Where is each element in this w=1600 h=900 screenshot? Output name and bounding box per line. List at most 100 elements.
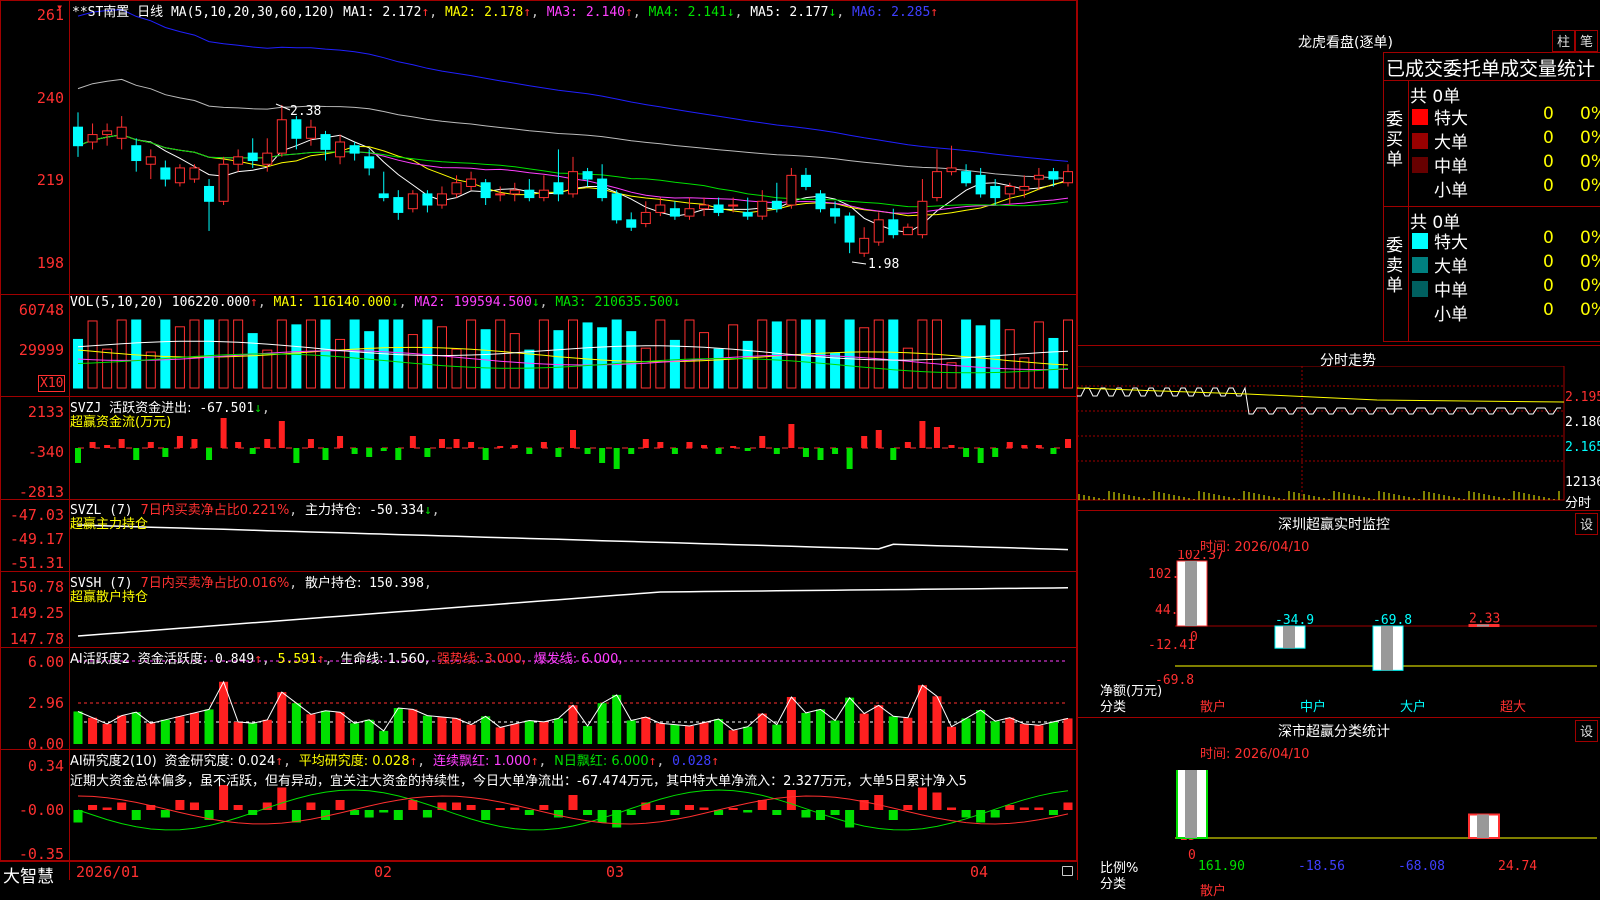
svzj-bar bbox=[293, 448, 300, 463]
order-percent: 0% bbox=[1580, 152, 1600, 172]
stat-value-1: 161.90 bbox=[1198, 859, 1245, 874]
svzj-bar bbox=[468, 442, 475, 448]
research-bar bbox=[379, 810, 389, 813]
order-count: 0 bbox=[1543, 176, 1554, 196]
research-bar bbox=[845, 810, 855, 828]
volume-bar bbox=[145, 351, 156, 389]
volume-bar bbox=[567, 319, 579, 389]
order-percent: 0% bbox=[1580, 128, 1600, 148]
volume-bar bbox=[480, 329, 491, 389]
candle-body bbox=[407, 193, 418, 210]
intraday-avg-line bbox=[1077, 387, 1565, 403]
ma1-value: 2.172 bbox=[382, 5, 422, 20]
volume-bar bbox=[902, 347, 913, 389]
candle-body bbox=[902, 226, 913, 236]
volume-bar bbox=[888, 319, 899, 389]
volume-bar bbox=[335, 338, 346, 389]
candle-body bbox=[1033, 174, 1044, 180]
activity-bar bbox=[626, 720, 636, 744]
activity-bar bbox=[714, 719, 724, 744]
candle-body bbox=[917, 200, 928, 236]
order-percent: 0% bbox=[1580, 252, 1600, 272]
activity-bar bbox=[903, 717, 913, 744]
svzj-bar bbox=[278, 421, 285, 448]
candle-body bbox=[640, 211, 651, 225]
volume-bar bbox=[990, 319, 1001, 389]
activity-bar bbox=[874, 705, 884, 744]
svzj-bar bbox=[526, 448, 533, 454]
activity-bar bbox=[976, 710, 986, 744]
activity-bar bbox=[364, 719, 374, 744]
order-percent: 0% bbox=[1580, 176, 1600, 196]
candle-body bbox=[728, 204, 739, 207]
volume-bar bbox=[669, 339, 680, 389]
svzj-bar bbox=[307, 439, 314, 448]
svzj-bar bbox=[351, 448, 358, 454]
volume-bar bbox=[713, 348, 724, 389]
volume-bar bbox=[553, 330, 564, 389]
intraday-chart bbox=[1077, 366, 1565, 501]
order-type-label: 大单 bbox=[1434, 257, 1468, 277]
sz-stat-settings-button[interactable]: 设 bbox=[1575, 720, 1598, 742]
sz-stat-title: 深市超赢分类统计 bbox=[1278, 724, 1390, 740]
sz-monitor-title: 深圳超赢实时监控 bbox=[1278, 517, 1390, 533]
svzj-bar bbox=[788, 424, 795, 448]
intraday-tick-1: 2.195 bbox=[1565, 390, 1600, 405]
volume-bar bbox=[305, 319, 316, 389]
activity-bar bbox=[1034, 725, 1044, 744]
research-bar bbox=[510, 807, 520, 810]
activity-bar bbox=[481, 716, 491, 744]
volume-bar bbox=[204, 319, 215, 389]
svzj-bar bbox=[628, 448, 635, 454]
candle-body bbox=[961, 171, 972, 184]
order-count: 0 bbox=[1543, 276, 1554, 296]
sz-net-bar-shade bbox=[1283, 626, 1295, 649]
activity-bar bbox=[248, 723, 258, 744]
research-bar bbox=[73, 810, 83, 823]
activity-bar bbox=[1048, 721, 1058, 744]
order-count: 0 bbox=[1543, 152, 1554, 172]
ai3-comment: 近期大资金总体偏多，虽不活跃，但有异动，宜关注大资金的持续性，今日大单净流出：-… bbox=[70, 774, 967, 789]
vol-tick-2: 29999 bbox=[18, 341, 64, 359]
order-color-swatch bbox=[1412, 257, 1428, 273]
candle-body bbox=[626, 219, 637, 228]
activity-bar bbox=[815, 709, 826, 744]
ma2-value: 2.178 bbox=[484, 5, 524, 20]
price-tick-2: 240 bbox=[36, 89, 64, 107]
research-bar bbox=[990, 810, 1000, 818]
svzj-bar bbox=[176, 436, 183, 448]
volume-bar bbox=[946, 362, 957, 389]
order-count: 0 bbox=[1543, 228, 1554, 248]
candle-body bbox=[757, 200, 768, 217]
intraday-vol-label: 分时 bbox=[1565, 496, 1592, 511]
order-count: 0 bbox=[1543, 128, 1554, 148]
stock-name: **ST南置 日线 bbox=[72, 5, 164, 20]
intraday-section-line bbox=[1077, 345, 1600, 346]
svzj-bar bbox=[802, 448, 809, 457]
svzj-bar bbox=[337, 436, 344, 448]
activity-bar bbox=[757, 713, 767, 744]
candle-body bbox=[524, 189, 535, 199]
sz-monitor-settings-button[interactable]: 设 bbox=[1575, 513, 1598, 535]
svzj-bar bbox=[89, 442, 96, 448]
candle-body bbox=[975, 174, 986, 195]
bar-mode-button[interactable]: 柱 bbox=[1552, 30, 1575, 52]
svsh-line bbox=[77, 587, 1069, 637]
ai3-header: AI研究度2(10) 资金研究度: 0.024↑, 平均研究度: 0.028↑,… bbox=[70, 754, 720, 769]
order-percent: 0% bbox=[1580, 104, 1600, 124]
tick-mode-button[interactable]: 笔 bbox=[1575, 30, 1598, 52]
stat-bar-shade bbox=[1477, 814, 1489, 838]
ai2-tick-2: 2.96 bbox=[27, 694, 64, 712]
lock-icon[interactable] bbox=[1062, 866, 1073, 876]
svzj-bar bbox=[249, 448, 256, 454]
volume-bar bbox=[218, 319, 229, 389]
order-color-swatch bbox=[1412, 133, 1428, 149]
candle-body bbox=[364, 156, 375, 169]
svzj-bar bbox=[671, 448, 678, 454]
svzj-bar bbox=[497, 446, 504, 448]
research-bar bbox=[1063, 802, 1073, 810]
sz-net-value: 102.37 bbox=[1177, 550, 1224, 563]
low-pointer bbox=[851, 261, 867, 265]
volume-bar bbox=[189, 319, 200, 389]
activity-bar bbox=[524, 720, 534, 744]
